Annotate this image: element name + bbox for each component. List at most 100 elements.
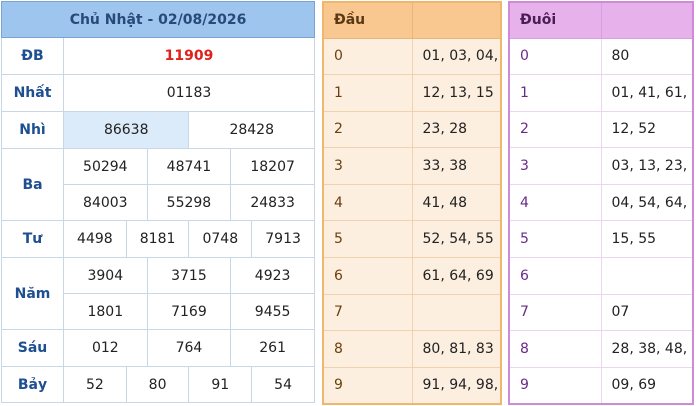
duoi-row: 303, 13, 23, 33, 83 (509, 147, 693, 185)
dau-values: 01, 03, 04, 07, 09 (412, 38, 501, 76)
draw-date-title: Chủ Nhật - 02/08/2026 (1, 1, 315, 38)
dau-row: 2 23, 28 (323, 111, 501, 149)
duoi-header-blank (601, 2, 693, 39)
prize-value-bay-3: 91 (188, 366, 253, 403)
dau-values: 33, 38 (412, 147, 501, 185)
dau-key: 1 (323, 74, 413, 112)
duoi-row: 9 09, 69 (509, 367, 693, 405)
dau-key: 7 (323, 294, 413, 332)
duoi-key: 0 (509, 38, 602, 76)
duoi-values: 12, 52 (601, 111, 693, 149)
prize-value-bay-1: 52 (63, 366, 127, 403)
dau-values: 23, 28 (412, 111, 501, 149)
prize-value-tu-1: 4498 (63, 220, 127, 258)
dau-key: 0 (323, 38, 413, 76)
results-table: Chủ Nhật - 02/08/2026 ĐB 11909 Nhất 0118… (1, 1, 315, 403)
duoi-key: 9 (509, 367, 602, 405)
dau-values: 80, 81, 83 (412, 330, 501, 368)
dau-header: Đầu (323, 2, 413, 39)
prize-value-nam-2: 3715 (146, 257, 232, 294)
prize-value-ba-3: 18207 (230, 148, 315, 185)
dau-row: 5 52, 54, 55 (323, 220, 501, 259)
prize-value-ba-1: 50294 (63, 148, 148, 185)
duoi-values (601, 257, 693, 295)
dau-row: 4 41, 48 (323, 184, 501, 222)
prize-row-sau: Sáu 012 764 261 (1, 329, 315, 367)
prize-row-tu: Tư 4498 8181 0748 7913 (1, 220, 315, 258)
duoi-key: 3 (509, 147, 602, 185)
dau-values: 61, 64, 69 (412, 257, 501, 295)
duoi-key: 6 (509, 257, 602, 295)
prize-value-sau-2: 764 (146, 329, 232, 367)
dau-row: 991, 94, 98, 98 (323, 367, 501, 405)
duoi-row: 6 (509, 257, 693, 295)
prize-label-nam: Năm (1, 257, 64, 330)
dau-header-blank (412, 2, 501, 39)
duoi-values: 04, 54, 64, 94 (601, 184, 693, 222)
duoi-header-row: Đuôi (509, 2, 693, 39)
duoi-panel: Đuôi 080 101, 41, 61, 81, 91 212, 52 303… (508, 1, 694, 405)
duoi-values: 07 (601, 294, 693, 332)
prize-row-nhat: Nhất 01183 (1, 74, 315, 112)
dau-key: 3 (323, 147, 413, 185)
prize-value-bay-2: 80 (125, 366, 190, 403)
prize-value-db: 11909 (63, 37, 315, 75)
prize-row-db: ĐB 11909 (1, 37, 315, 75)
prize-row-bay: Bảy 52 80 91 54 (1, 366, 315, 403)
duoi-key: 4 (509, 184, 602, 222)
prize-label-nhat: Nhất (1, 74, 64, 112)
duoi-row: 2 12, 52 (509, 111, 693, 149)
prize-row-nhi: Nhì 86638 28428 (1, 111, 315, 149)
dau-row: 7 (323, 294, 501, 332)
prize-value-nhi-1: 86638 (62, 111, 190, 149)
prize-value-nhat: 01183 (63, 74, 315, 112)
dau-values: 12, 13, 15 (412, 74, 501, 112)
dau-row: 8 80, 81, 83 (323, 330, 501, 368)
prize-value-bay-4: 54 (251, 366, 315, 403)
prize-label-nhi: Nhì (1, 111, 64, 149)
dau-key: 4 (323, 184, 413, 222)
duoi-row: 101, 41, 61, 81, 91 (509, 74, 693, 112)
lottery-results-panel: Chủ Nhật - 02/08/2026 ĐB 11909 Nhất 0118… (1, 1, 315, 403)
duoi-values: 03, 13, 23, 33, 83 (601, 147, 693, 185)
duoi-key: 5 (509, 220, 602, 259)
duoi-header: Đuôi (509, 2, 602, 39)
dau-values: 41, 48 (412, 184, 501, 222)
duoi-values: 80 (601, 38, 693, 76)
duoi-key: 1 (509, 74, 602, 112)
dau-values (412, 294, 501, 332)
dau-row: 6 61, 64, 69 (323, 257, 501, 295)
prize-value-tu-3: 0748 (188, 220, 253, 258)
prize-row-nam-1: Năm 3904 3715 4923 (1, 257, 315, 330)
prize-row-ba-1: Ba 50294 48741 18207 (1, 148, 315, 221)
duoi-table: Đuôi 080 101, 41, 61, 81, 91 212, 52 303… (508, 1, 694, 405)
dau-row: 3 33, 38 (323, 147, 501, 185)
prize-value-ba-6: 24833 (230, 184, 315, 221)
duoi-row: 0 80 (509, 38, 693, 76)
prize-label-db: ĐB (1, 37, 64, 75)
duoi-values: 28, 38, 48, 98, 98 (601, 330, 693, 368)
prize-value-ba-4: 84003 (63, 184, 148, 221)
duoi-values: 09, 69 (601, 367, 693, 405)
duoi-key: 8 (509, 330, 602, 368)
prize-value-ba-2: 48741 (146, 148, 232, 185)
dau-table: Đầu 001, 03, 04, 07, 09 112, 13, 15 223,… (322, 1, 502, 405)
prize-label-tu: Tư (1, 220, 64, 258)
duoi-key: 2 (509, 111, 602, 149)
prize-value-nam-1: 3904 (63, 257, 148, 294)
dau-key: 2 (323, 111, 413, 149)
prize-value-sau-3: 261 (230, 329, 315, 367)
duoi-values: 01, 41, 61, 81, 91 (601, 74, 693, 112)
dau-row: 1 12, 13, 15 (323, 74, 501, 112)
prize-value-tu-4: 7913 (251, 220, 315, 258)
duoi-row: 7 07 (509, 294, 693, 332)
dau-panel: Đầu 001, 03, 04, 07, 09 112, 13, 15 223,… (322, 1, 502, 405)
dau-key: 6 (323, 257, 413, 295)
prize-value-nam-3: 4923 (230, 257, 315, 294)
dau-row: 001, 03, 04, 07, 09 (323, 38, 501, 76)
dau-values: 91, 94, 98, 98 (412, 367, 501, 405)
duoi-key: 7 (509, 294, 602, 332)
prize-label-bay: Bảy (1, 366, 64, 403)
prize-value-nam-5: 7169 (146, 293, 232, 330)
dau-key: 5 (323, 220, 413, 259)
